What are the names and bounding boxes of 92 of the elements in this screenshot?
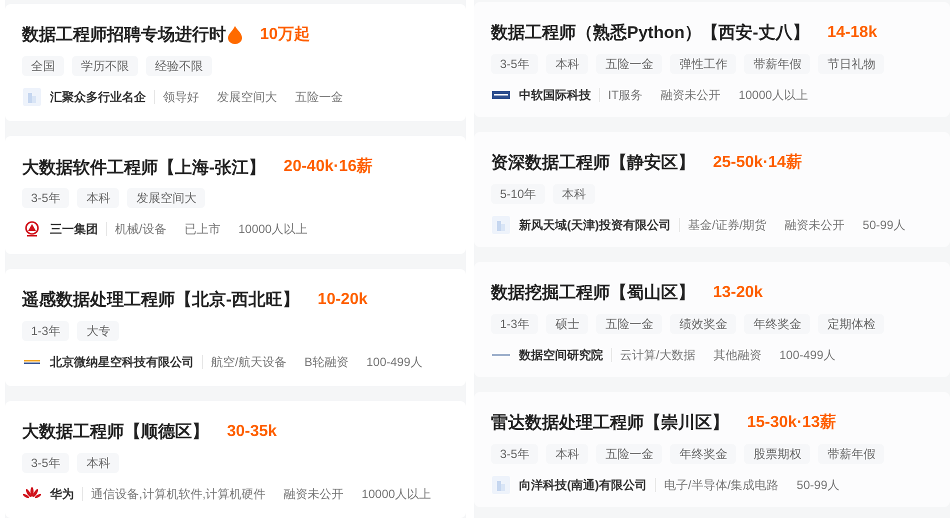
tag: 股票期权 (744, 444, 810, 464)
company-info: 电子/半导体/集成电路 (664, 477, 779, 494)
company-name[interactable]: 华为 (50, 484, 74, 503)
job-title: 大数据工程师【顺德区】 (22, 421, 209, 443)
company-info: 100-499人 (779, 347, 836, 364)
tag: 年终奖金 (744, 314, 810, 334)
tag: 本科 (546, 54, 588, 74)
salary: 30-35k (227, 422, 277, 442)
tag: 定期体检 (818, 314, 884, 334)
job-card[interactable]: 遥感数据处理工程师【北京-西北旺】 10-20k 1-3年 大专 北京微纳星空科技有限公司 航空/航天设备 B轮融资 100-499人 (5, 268, 466, 386)
job-card[interactable]: 大数据工程师【顺德区】 30-35k 3-5年 本科 华为 通信设备,计算机软件,计算机硬件 融资未公开 10000人以上 (5, 400, 466, 518)
company-name[interactable]: 汇聚众多行业名企 (50, 88, 146, 106)
company-name[interactable]: 新风天域(天津)投资有限公司 (519, 216, 671, 234)
tag: 节日礼物 (818, 54, 884, 74)
building-icon (492, 216, 510, 234)
company-info: 云计算/大数据 (620, 347, 696, 364)
job-title: 大数据软件工程师【上海-张江】 (22, 156, 266, 178)
tag: 5-10年 (491, 184, 546, 204)
tag: 带薪年假 (818, 444, 884, 464)
job-card[interactable]: 资深数据工程师【静安区】 25-50k·14薪 5-10年 本科 新风天域(天津)投资有限公司 基金/证券/期货 融资未公开 50-99人 (474, 132, 950, 247)
tag: 3-5年 (491, 444, 538, 464)
company-info: 五险一金 (295, 89, 343, 106)
company-name[interactable]: 中软国际科技 (519, 86, 591, 104)
company-info: IT服务 (608, 87, 643, 104)
company-info: 10000人以上 (738, 87, 808, 104)
salary: 10-20k (318, 290, 368, 310)
job-card[interactable]: 数据工程师（熟悉Python）【西安-丈八】 14-18k 3-5年 本科 五险一金 弹性工作 带薪年假 节日礼物 中软国际科技 IT服务 融资未公开 10000人以上 (474, 2, 950, 117)
company-info: 融资未公开 (660, 87, 721, 104)
tag: 带薪年假 (744, 54, 810, 74)
tag: 年终奖金 (670, 444, 736, 464)
tag: 本科 (77, 188, 120, 208)
company-info: 融资未公开 (284, 486, 344, 503)
salary: 25-50k·14薪 (713, 152, 802, 173)
dots-logo-icon (24, 358, 40, 364)
salary: 15-30k·13薪 (747, 412, 836, 433)
tag: 3-5年 (22, 452, 70, 473)
company-info: 50-99人 (796, 477, 840, 494)
company-name[interactable]: 数据空间研究院 (519, 346, 603, 364)
job-title: 数据工程师（熟悉Python）【西安-丈八】 (491, 22, 810, 44)
company-name[interactable]: 三一集团 (50, 220, 98, 238)
tag: 五险一金 (596, 444, 662, 464)
tag: 经验不限 (146, 56, 212, 76)
tag: 发展空间大 (127, 188, 206, 208)
company-info: 领导好 (163, 89, 199, 106)
tag: 全国 (22, 56, 64, 76)
job-card[interactable]: 数据挖掘工程师【蜀山区】 13-20k 1-3年 硕士 五险一金 绩效奖金 年终奖金 定期体检 数据空间研究院 云计算/大数据 其他融资 100-499人 (474, 262, 950, 377)
tag: 本科 (553, 184, 596, 204)
tag: 五险一金 (596, 314, 662, 334)
tag: 3-5年 (22, 188, 70, 208)
company-name[interactable]: 向洋科技(南通)有限公司 (519, 476, 647, 494)
tag: 五险一金 (596, 54, 662, 74)
triangle-logo-icon (24, 221, 40, 238)
job-card[interactable]: 雷达数据处理工程师【崇川区】 15-30k·13薪 3-5年 本科 五险一金 年终奖金 股票期权 带薪年假 向洋科技(南通)有限公司 电子/半导体/集成电路 50-99人 (474, 392, 950, 507)
company-info: 融资未公开 (784, 217, 845, 234)
job-title: 遥感数据处理工程师【北京-西北旺】 (22, 288, 300, 311)
job-card[interactable]: 大数据软件工程师【上海-张江】 20-40k·16薪 3-5年 本科 发展空间大 三一集团 机械/设备 已上市 10000人以上 (5, 136, 466, 254)
tag: 本科 (546, 444, 588, 464)
company-info: 发展空间大 (217, 89, 277, 106)
company-info: 10000人以上 (238, 221, 308, 238)
job-title: 数据挖掘工程师【蜀山区】 (491, 282, 695, 304)
job-card[interactable]: 数据工程师招聘专场进行时 10万起 全国 学历不限 经验不限 汇聚众多行业名企 领导好 发展空间大 五险一金 (5, 4, 466, 122)
tag: 硕士 (546, 314, 588, 334)
salary: 10万起 (260, 24, 310, 45)
company-name[interactable]: 北京微纳星空科技有限公司 (50, 352, 194, 370)
tag: 学历不限 (72, 56, 138, 76)
company-info: 50-99人 (862, 217, 906, 234)
tag: 1-3年 (22, 320, 70, 340)
company-info: 机械/设备 (115, 221, 166, 238)
tag: 1-3年 (491, 314, 538, 334)
line-logo-icon (492, 354, 510, 356)
tag: 大专 (77, 320, 120, 340)
company-info: 通信设备,计算机软件,计算机硬件 (91, 486, 266, 503)
salary: 13-20k (713, 283, 763, 303)
tag: 本科 (77, 452, 120, 473)
tag: 3-5年 (491, 54, 538, 74)
job-title: 雷达数据处理工程师【崇川区】 (491, 412, 729, 434)
salary: 14-18k (827, 23, 878, 43)
company-info: 已上市 (184, 221, 220, 238)
company-info: 10000人以上 (362, 486, 432, 503)
job-title: 资深数据工程师【静安区】 (491, 152, 695, 174)
building-icon (492, 476, 510, 494)
tag: 绩效奖金 (670, 314, 736, 334)
company-info: 100-499人 (366, 354, 422, 370)
job-title: 数据工程师招聘专场进行时 (22, 24, 226, 46)
salary: 20-40k·16薪 (284, 156, 373, 178)
building-icon (23, 88, 41, 106)
company-info: 其他融资 (713, 347, 762, 364)
tag: 弹性工作 (670, 54, 736, 74)
company-info: 基金/证券/期货 (688, 217, 767, 234)
bars-logo-icon (492, 91, 510, 99)
company-info: 航空/航天设备 (211, 354, 286, 370)
company-info: B轮融资 (304, 354, 348, 370)
